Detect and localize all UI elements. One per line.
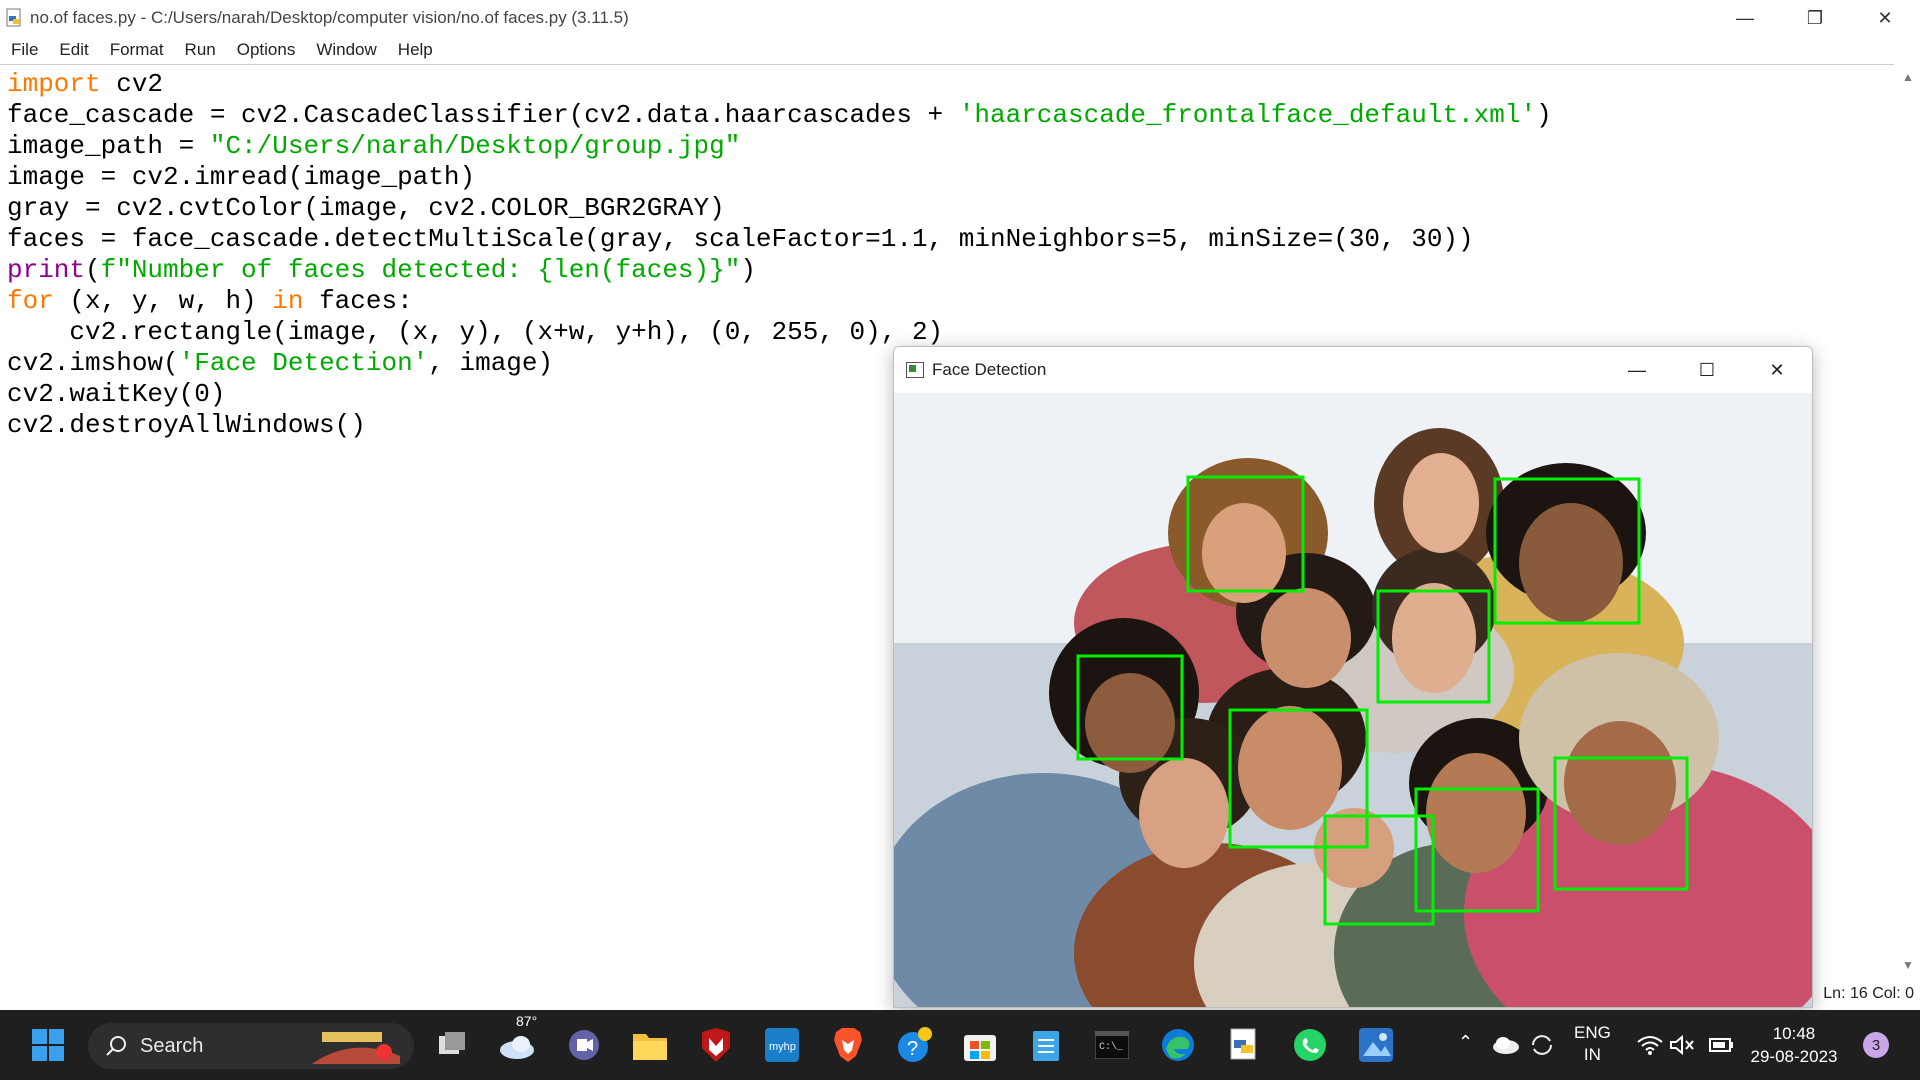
code-line-7: print(f"Number of faces detected: {len(f… — [7, 255, 756, 285]
menu-edit[interactable]: Edit — [48, 40, 98, 60]
group-photo-illustration — [894, 393, 1812, 1007]
code-line-12: cv2.destroyAllWindows() — [7, 410, 366, 440]
photos-icon[interactable] — [1354, 1023, 1398, 1067]
clock[interactable]: 10:48 29-08-2023 — [1746, 1022, 1842, 1068]
clock-time: 10:48 — [1772, 1024, 1816, 1043]
minimize-button[interactable]: — — [1710, 0, 1780, 36]
close-button[interactable]: ✕ — [1850, 0, 1920, 36]
show-hidden-icons[interactable]: ⌃ — [1458, 1032, 1473, 1053]
help-icon[interactable]: ? — [892, 1023, 936, 1067]
face-detection-title: Face Detection — [932, 360, 1047, 379]
scroll-up-icon[interactable]: ▲ — [1902, 70, 1914, 84]
fd-maximize-button[interactable]: ☐ — [1672, 347, 1742, 393]
notepad-icon[interactable] — [1024, 1023, 1068, 1067]
weather-temp: 87° — [516, 1013, 538, 1029]
menu-run[interactable]: Run — [174, 40, 226, 60]
group-photo — [894, 393, 1812, 1007]
notification-count: 3 — [1863, 1032, 1889, 1058]
svg-text:myhp: myhp — [769, 1041, 796, 1053]
menu-help[interactable]: Help — [387, 40, 443, 60]
code-line-2: face_cascade = cv2.CascadeClassifier(cv2… — [7, 100, 1552, 130]
python-file-icon — [6, 8, 21, 27]
code-line-11: cv2.waitKey(0) — [7, 379, 226, 409]
face-detection-title-bar[interactable]: Face Detection — ☐ ✕ — [894, 347, 1812, 393]
task-view-icon[interactable] — [430, 1023, 474, 1067]
fd-minimize-button[interactable]: — — [1602, 347, 1672, 393]
menu-format[interactable]: Format — [99, 40, 174, 60]
notification-badge[interactable]: 3 — [1856, 1023, 1896, 1067]
window-title: no.of faces.py - C:/Users/narah/Desktop/… — [30, 8, 629, 27]
code-line-9: cv2.rectangle(image, (x, y), (x+w, y+h),… — [7, 317, 944, 347]
code-line-4: image = cv2.imread(image_path) — [7, 162, 476, 192]
vertical-scrollbar[interactable]: ▲ ▼ — [1894, 64, 1920, 978]
scroll-down-icon[interactable]: ▼ — [1902, 958, 1914, 972]
restore-button[interactable]: ❐ — [1780, 0, 1850, 36]
brave-icon[interactable] — [826, 1023, 870, 1067]
face-detection-window[interactable]: Face Detection — ☐ ✕ — [893, 346, 1813, 1008]
taskbar: Search 87° myhp ? C:\_ ⌃ ENG IN 10:48 29… — [0, 1010, 1920, 1080]
myhp-icon[interactable]: myhp — [760, 1023, 804, 1067]
code-line-5: gray = cv2.cvtColor(image, cv2.COLOR_BGR… — [7, 193, 725, 223]
idle-icon[interactable] — [1222, 1023, 1266, 1067]
sync-icon[interactable] — [1520, 1023, 1564, 1067]
code-line-3: image_path = "C:/Users/narah/Desktop/gro… — [7, 131, 741, 161]
store-icon[interactable] — [958, 1023, 1002, 1067]
clock-date: 29-08-2023 — [1750, 1047, 1838, 1066]
battery-icon[interactable] — [1700, 1023, 1744, 1067]
weather-icon[interactable]: 87° — [496, 1013, 540, 1067]
code-line-6: faces = face_cascade.detectMultiScale(gr… — [7, 224, 1474, 254]
svg-text:?: ? — [907, 1038, 918, 1060]
menu-window[interactable]: Window — [305, 40, 386, 60]
volume-muted-icon[interactable] — [1660, 1023, 1704, 1067]
edge-icon[interactable] — [1156, 1023, 1200, 1067]
teams-icon[interactable] — [562, 1023, 606, 1067]
whatsapp-icon[interactable] — [1288, 1023, 1332, 1067]
mcafee-icon[interactable] — [694, 1023, 738, 1067]
language-line1: ENG — [1574, 1023, 1611, 1042]
taskbar-search[interactable]: Search — [88, 1023, 414, 1069]
code-line-8: for (x, y, w, h) in faces: — [7, 286, 413, 316]
file-explorer-icon[interactable] — [628, 1023, 672, 1067]
menu-options[interactable]: Options — [226, 40, 306, 60]
opencv-window-icon — [906, 362, 924, 378]
language-line2: IN — [1583, 1045, 1601, 1064]
cursor-position: Ln: 16 Col: 0 — [1823, 985, 1914, 1002]
title-bar: no.of faces.py - C:/Users/narah/Desktop/… — [0, 0, 1920, 36]
code-line-1: import cv2 — [7, 69, 164, 99]
code-line-10: cv2.imshow('Face Detection', image) — [7, 348, 554, 378]
language-indicator[interactable]: ENG IN — [1574, 1022, 1611, 1066]
search-label: Search — [140, 1034, 204, 1057]
start-icon[interactable] — [26, 1023, 70, 1067]
search-highlight-icon — [312, 1032, 400, 1064]
search-icon — [106, 1036, 126, 1056]
terminal-icon[interactable]: C:\_ — [1090, 1023, 1134, 1067]
fd-close-button[interactable]: ✕ — [1742, 347, 1812, 393]
svg-text:C:\_: C:\_ — [1099, 1041, 1124, 1053]
menu-file[interactable]: File — [0, 40, 48, 60]
menu-bar: File Edit Format Run Options Window Help — [0, 36, 1920, 64]
